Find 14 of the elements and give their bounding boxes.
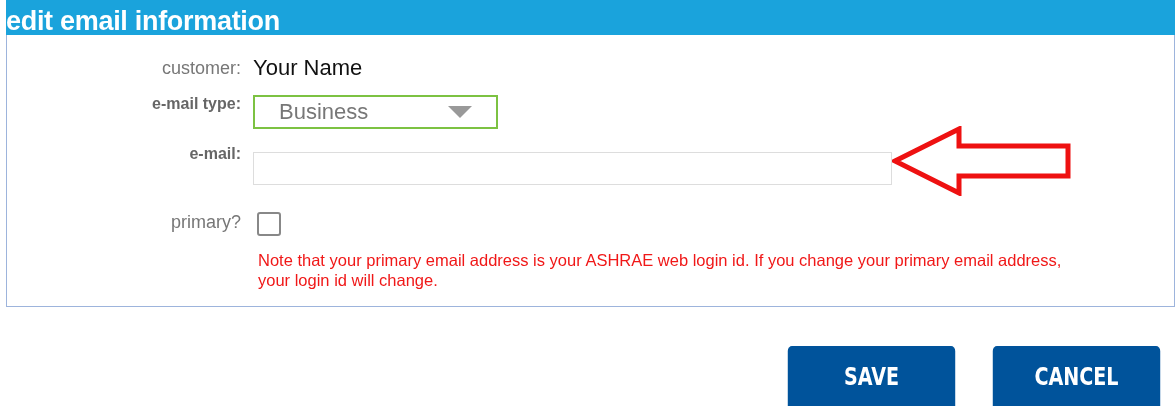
dropdown-caret-icon [448, 106, 472, 118]
field-label: customer: [161, 57, 241, 79]
email-type-dropdown[interactable]: Business [253, 95, 498, 129]
field-label: primary? [171, 212, 241, 233]
panel-title: edit email information [6, 8, 280, 35]
customer-name: Your Name [253, 55, 364, 81]
arrow-icon [892, 126, 1072, 196]
field-label: e-mail: [189, 144, 241, 163]
field-label: e-mail type: [152, 95, 241, 113]
primary-email-note: Note that your primary email address is your ASHRAE web login id. If you change your primary email address, your login id will change. [258, 250, 1063, 290]
primary-checkbox[interactable] [257, 212, 281, 236]
email-input-field[interactable] [253, 152, 892, 185]
save-button[interactable]: SAVE [787, 346, 956, 406]
cancel-button[interactable]: CANCEL [992, 346, 1161, 406]
